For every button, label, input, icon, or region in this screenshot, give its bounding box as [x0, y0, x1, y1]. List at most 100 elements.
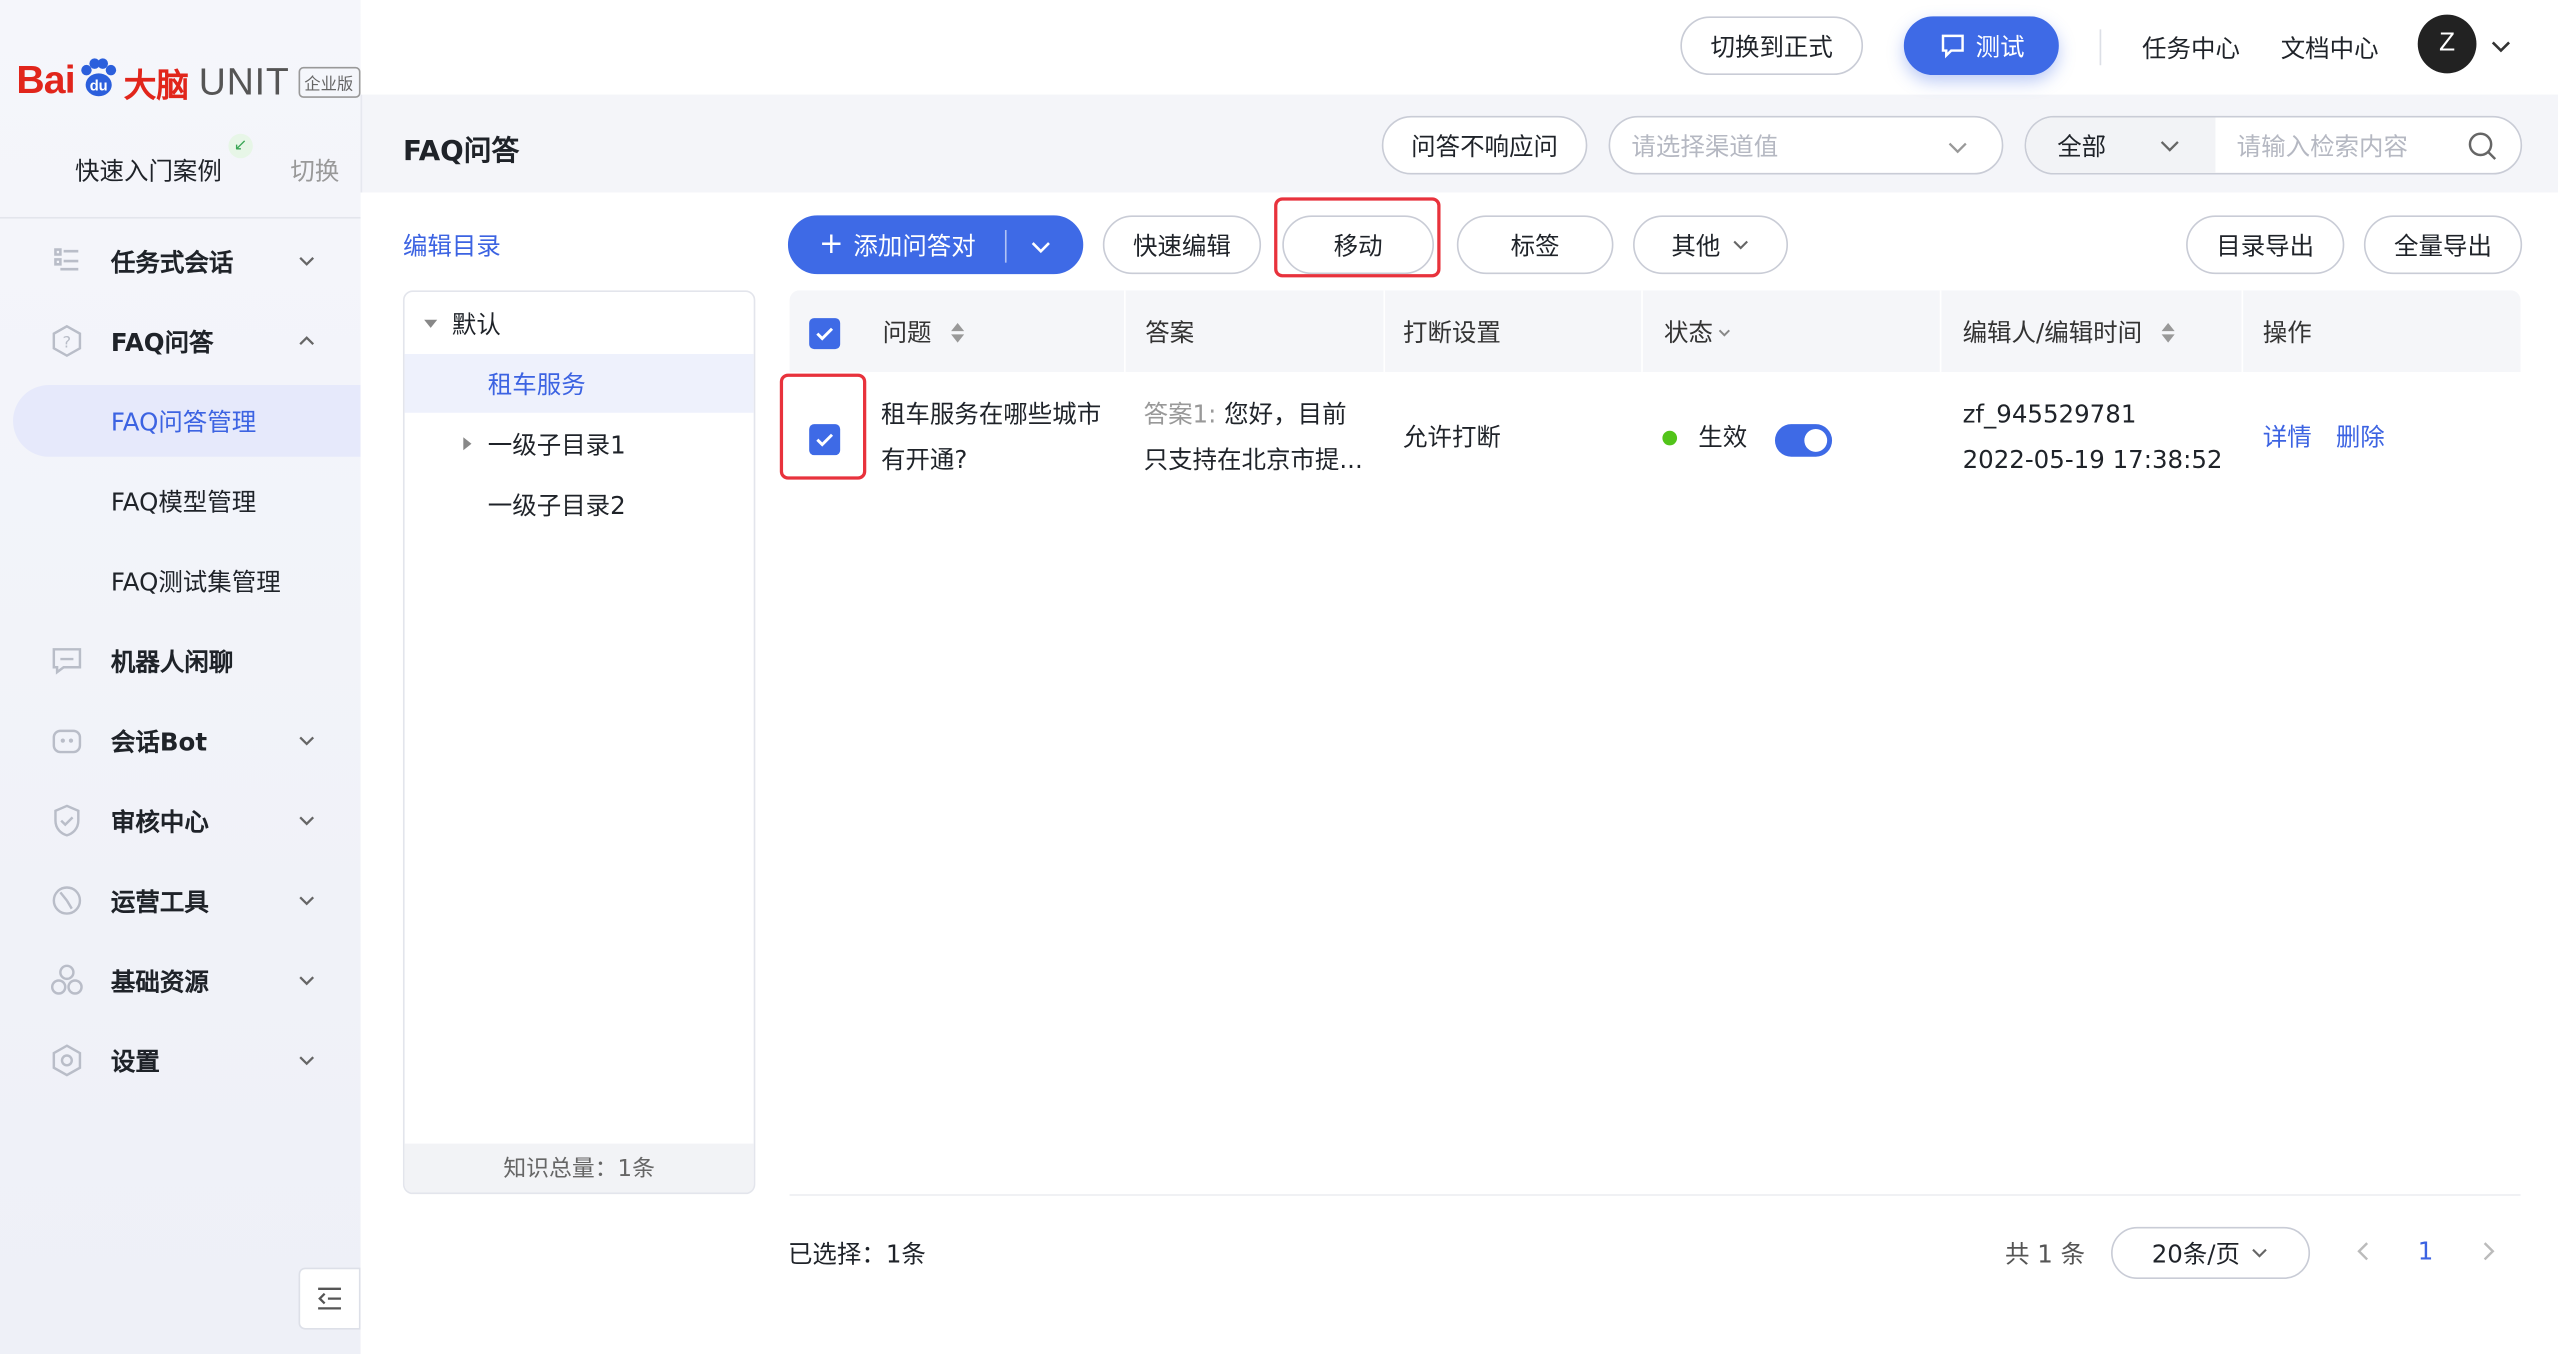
page-title: FAQ问答 — [402, 135, 520, 169]
col-editor-time[interactable]: 编辑人/编辑时间 — [1963, 315, 2178, 349]
directory-tree: 默认 租车服务 一级子目录1 一级子目录2 知识总量：1条 — [402, 290, 756, 1195]
answer-text: 您好，目前 — [1224, 399, 1347, 430]
nav-robot-chat[interactable]: 机器人闲聊 — [0, 625, 361, 697]
quick-edit-button[interactable]: 快速编辑 — [1102, 215, 1262, 275]
tree-node-label: 一级子目录1 — [487, 429, 626, 460]
search-input[interactable]: 请输入检索内容 — [2237, 129, 2408, 163]
quick-start-case[interactable]: 快速入门案例 — [75, 153, 222, 187]
no-response-questions-button[interactable]: 问答不响应问 — [1381, 115, 1588, 175]
chevron-down-icon — [1718, 328, 1731, 336]
col-editor-label: 编辑人/编辑时间 — [1962, 318, 2143, 348]
collapse-sidebar-button[interactable] — [298, 1267, 361, 1330]
divider — [1124, 290, 1126, 372]
current-page[interactable]: 1 — [2418, 1237, 2434, 1266]
plus-icon: + — [818, 226, 844, 262]
nav-faq-model[interactable]: FAQ模型管理 — [0, 465, 361, 537]
answer-cell: 答案1: 您好，目前 只支持在北京市提... — [1144, 392, 1363, 483]
settings-icon — [52, 1044, 82, 1077]
chat-icon — [52, 648, 82, 675]
tree-node-default[interactable]: 默认 — [405, 294, 754, 353]
nav-label: 基础资源 — [110, 966, 209, 996]
chevron-down-icon — [299, 736, 315, 746]
sort-icon[interactable] — [948, 319, 968, 345]
select-all-checkbox[interactable] — [809, 318, 841, 350]
edit-time: 2022-05-19 17:38:52 — [1962, 445, 2223, 475]
col-status[interactable]: 状态 — [1664, 315, 1733, 349]
editor-name: zf_945529781 — [1962, 399, 2137, 430]
avatar[interactable]: Z — [2417, 14, 2477, 74]
nav-label: 会话Bot — [110, 726, 208, 757]
switch-link[interactable]: 切换 — [290, 153, 339, 187]
bot-icon — [52, 729, 82, 754]
chevron-down-icon — [1732, 240, 1748, 250]
answer-prefix: 答案1: — [1143, 399, 1217, 430]
nav-label: 设置 — [110, 1046, 160, 1076]
col-actions-label: 操作 — [2262, 318, 2312, 348]
other-button[interactable]: 其他 — [1633, 215, 1789, 275]
row-checkbox[interactable] — [809, 424, 841, 456]
prev-page-icon[interactable] — [2352, 1240, 2375, 1263]
delete-link[interactable]: 删除 — [2336, 423, 2385, 452]
baidu-unit-logo[interactable]: Bai du 大脑 UNIT 企业版 — [16, 49, 360, 114]
tree-node-subdir-1[interactable]: 一级子目录1 — [405, 414, 754, 473]
col-question-label: 问题 — [882, 318, 932, 348]
next-page-icon[interactable] — [2476, 1240, 2499, 1263]
nav-label: 任务式会话 — [110, 247, 234, 277]
logo-bai-text: Bai — [16, 58, 75, 103]
nav-base-resources[interactable]: 基础资源 — [0, 945, 361, 1017]
task-center-link[interactable]: 任务中心 — [2142, 31, 2240, 65]
resources-icon — [50, 964, 83, 995]
tag-button[interactable]: 标签 — [1456, 215, 1614, 275]
export-directory-button[interactable]: 目录导出 — [2186, 215, 2345, 275]
sort-icon[interactable] — [2158, 319, 2178, 345]
nav-dialog-bot[interactable]: 会话Bot — [0, 705, 361, 777]
tree-node-label: 默认 — [451, 309, 501, 339]
detail-link[interactable]: 详情 — [2263, 423, 2312, 452]
nav-faq-testset[interactable]: FAQ测试集管理 — [0, 545, 361, 617]
answer-text: 只支持在北京市提... — [1143, 445, 1363, 475]
divider — [0, 216, 361, 219]
search-icon[interactable] — [2467, 131, 2500, 164]
channel-select[interactable]: 请选择渠道值 — [1608, 115, 2004, 175]
export-all-button[interactable]: 全量导出 — [2363, 215, 2523, 275]
total-count: 共 1 条 — [2004, 1239, 2086, 1270]
chevron-down-icon[interactable] — [1029, 235, 1052, 258]
page-size-select[interactable]: 20条/页 — [2111, 1226, 2311, 1280]
move-button[interactable]: 移动 — [1282, 215, 1435, 275]
nav-faq-management[interactable]: FAQ问答管理 — [13, 385, 361, 457]
test-button[interactable]: 测试 — [1903, 16, 2059, 76]
nav-review-center[interactable]: 审核中心 — [0, 785, 361, 857]
add-qa-label: 添加问答对 — [853, 230, 976, 261]
search-group: 全部 请输入检索内容 — [2024, 115, 2523, 175]
status-toggle[interactable] — [1774, 424, 1833, 457]
tree-node-subdir-2[interactable]: 一级子目录2 — [405, 475, 754, 534]
chevron-down-icon — [2160, 141, 2179, 152]
sidebar: Bai du 大脑 UNIT 企业版 快速入门案例 ↙ 切换 任务式会话 ? F… — [0, 0, 363, 1354]
chevron-down-icon[interactable] — [2490, 34, 2513, 57]
nav-label: 机器人闲聊 — [110, 646, 234, 677]
doc-center-link[interactable]: 文档中心 — [2281, 31, 2379, 65]
chevron-up-icon — [299, 336, 315, 346]
nav-faq[interactable]: ? FAQ问答 — [0, 305, 361, 377]
divider — [1004, 230, 1007, 263]
svg-text:?: ? — [63, 332, 72, 351]
caret-down-icon[interactable] — [423, 315, 439, 331]
add-qa-pair-button[interactable]: + 添加问答对 — [787, 215, 1084, 275]
scope-select[interactable]: 全部 — [2026, 117, 2216, 173]
nav-label: FAQ问答管理 — [110, 407, 257, 437]
caret-right-icon[interactable] — [458, 436, 474, 452]
col-question[interactable]: 问题 — [883, 315, 968, 349]
nav-settings[interactable]: 设置 — [0, 1025, 361, 1097]
chevron-down-icon — [299, 816, 315, 826]
nav-ops-tools[interactable]: 运营工具 — [0, 865, 361, 937]
edit-directory-link[interactable]: 编辑目录 — [403, 228, 501, 262]
nav-task-dialog[interactable]: 任务式会话 — [0, 225, 361, 297]
page-size-value: 20条/页 — [2151, 1239, 2241, 1269]
switch-to-formal-button[interactable]: 切换到正式 — [1680, 16, 1864, 76]
tree-node-label: 一级子目录2 — [487, 490, 626, 520]
logo-unit-text: UNIT — [198, 59, 290, 102]
table-row: 租车服务在哪些城市 有开通? 答案1: 您好，目前 只支持在北京市提... 允许… — [790, 372, 2521, 506]
shield-icon — [54, 804, 80, 837]
divider — [1939, 290, 1942, 372]
tree-node-car-rental[interactable]: 租车服务 — [404, 354, 754, 413]
